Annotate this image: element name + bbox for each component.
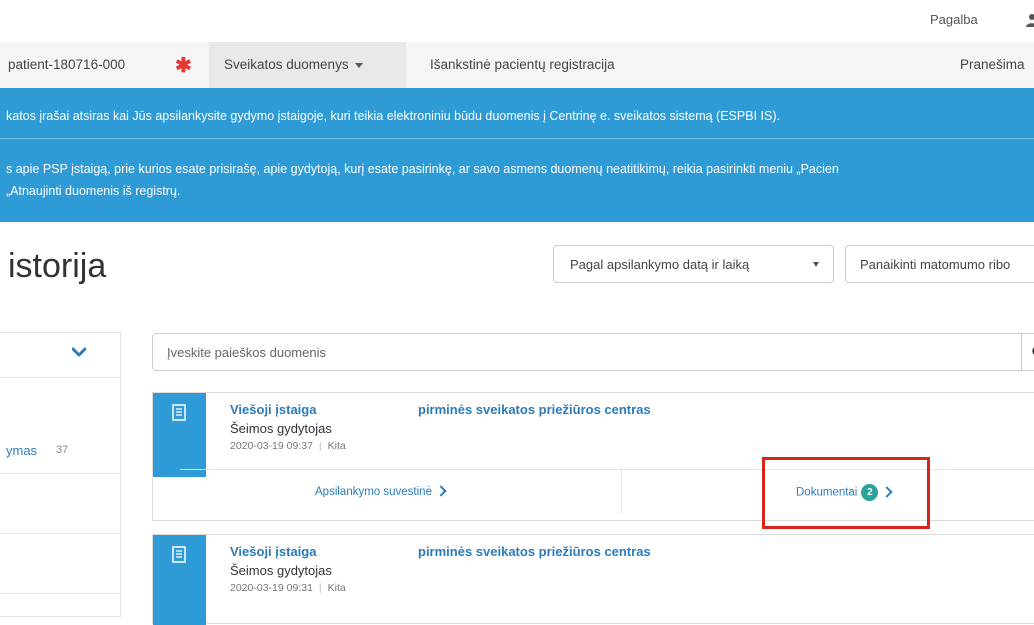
page-title: istorija bbox=[8, 247, 107, 285]
caret-down-icon bbox=[354, 62, 363, 68]
user-icon[interactable] bbox=[1026, 13, 1034, 27]
search-input[interactable] bbox=[152, 333, 1022, 371]
banner-line-2: s apie PSP įstaigą, prie kurios esate pr… bbox=[6, 162, 839, 176]
filter-item-count: 37 bbox=[56, 444, 69, 456]
nav-notifications[interactable]: Pranešima bbox=[960, 57, 1025, 72]
clear-visibility-button[interactable]: Panaikinti matomumo ribo bbox=[845, 245, 1034, 283]
building-icon bbox=[172, 404, 186, 421]
footer-divider bbox=[621, 470, 622, 514]
nav-preregistration[interactable]: Išankstinė pacientų registracija bbox=[430, 57, 615, 72]
visit-datetime: 2020-03-19 09:37 bbox=[230, 440, 313, 452]
visit-type: Kita bbox=[327, 440, 346, 452]
top-bar bbox=[0, 0, 1034, 43]
building-icon bbox=[172, 546, 186, 563]
visit-specialty: Šeimos gydytojas bbox=[230, 421, 332, 436]
required-asterisk-icon: ✱ bbox=[175, 55, 192, 77]
visit-summary-link[interactable]: Apsilankymo suvestinė bbox=[315, 485, 447, 498]
visit-center-name[interactable]: pirminės sveikatos priežiūros centras bbox=[418, 544, 651, 559]
banner-line-1: katos įrašai atsiras kai Jūs apsilankysi… bbox=[6, 109, 780, 123]
visit-center-name[interactable]: pirminės sveikatos priežiūros centras bbox=[418, 402, 651, 417]
sort-select[interactable]: Pagal apsilankymo datą ir laiką bbox=[553, 245, 834, 283]
filter-item[interactable]: ymas 37 bbox=[0, 431, 120, 474]
visit-institution[interactable]: Viešoji įstaiga bbox=[230, 544, 316, 559]
nav-health-data-label: Sveikatos duomenys bbox=[224, 57, 349, 72]
info-banner: katos įrašai atsiras kai Jūs apsilankysi… bbox=[0, 88, 1034, 222]
visit-datetime: 2020-03-19 09:31 bbox=[230, 582, 313, 594]
search-button[interactable] bbox=[1021, 333, 1034, 371]
separator: | bbox=[318, 440, 322, 452]
chevron-right-icon bbox=[435, 485, 447, 497]
visit-summary-label: Apsilankymo suvestinė bbox=[315, 486, 432, 498]
select-caret-icon bbox=[813, 262, 819, 267]
separator: | bbox=[318, 582, 322, 594]
filter-item-label: ymas bbox=[6, 443, 38, 458]
visit-datetime-line: 2020-03-19 09:31 | Kita bbox=[230, 582, 346, 594]
sort-select-value: Pagal apsilankymo datą ir laiką bbox=[570, 257, 750, 272]
filter-panel-header[interactable] bbox=[0, 333, 120, 378]
banner-divider bbox=[0, 138, 1034, 139]
visit-institution[interactable]: Viešoji įstaiga bbox=[230, 402, 316, 417]
chevron-down-icon[interactable] bbox=[72, 347, 86, 357]
visit-type: Kita bbox=[327, 582, 346, 594]
nav-health-data-dropdown[interactable]: Sveikatos duomenys bbox=[224, 57, 363, 72]
visit-datetime-line: 2020-03-19 09:37 | Kita bbox=[230, 440, 346, 452]
filter-panel: ymas 37 bbox=[0, 332, 121, 617]
documents-highlight-box bbox=[762, 457, 930, 529]
clear-visibility-label: Panaikinti matomumo ribo bbox=[860, 257, 1011, 272]
help-link[interactable]: Pagalba bbox=[930, 12, 978, 27]
banner-line-3: „Atnaujinti duomenis iš registrų. bbox=[6, 184, 181, 198]
visit-card-strip bbox=[153, 535, 206, 625]
visit-card-strip bbox=[153, 393, 206, 477]
filter-item-empty-2[interactable] bbox=[0, 533, 120, 594]
patient-id: patient-180716-000 bbox=[8, 57, 126, 72]
visit-card[interactable]: Viešoji įstaiga pirminės sveikatos priež… bbox=[152, 534, 1034, 625]
filter-item-empty[interactable] bbox=[0, 473, 120, 534]
visit-specialty: Šeimos gydytojas bbox=[230, 563, 332, 578]
